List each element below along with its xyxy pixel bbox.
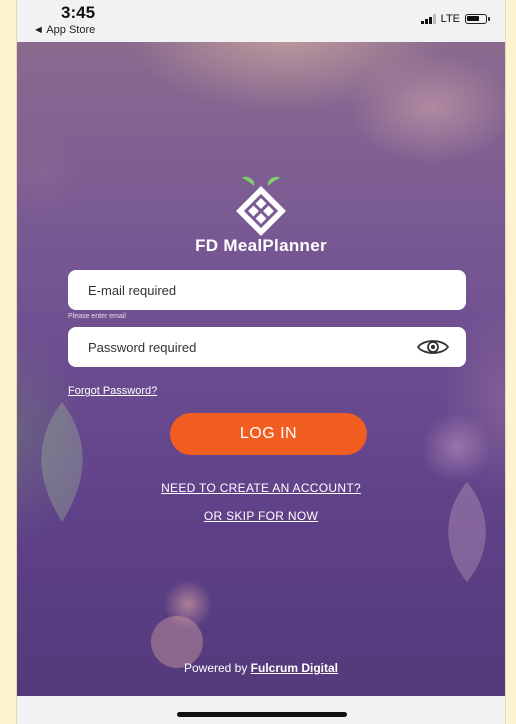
back-to-app-store-link[interactable]: ◄ App Store <box>33 24 95 36</box>
skip-link[interactable]: OR SKIP FOR NOW <box>17 509 505 523</box>
password-field[interactable] <box>68 327 466 367</box>
leaf-decoration-icon <box>448 482 486 582</box>
forgot-password-link[interactable]: Forgot Password? <box>68 385 157 397</box>
powered-by-label: Powered by <box>183 661 251 675</box>
login-button[interactable]: LOG IN <box>170 413 367 455</box>
phone-screen: 3:45 ◄ App Store LTE FD MealPlanner Plea… <box>17 0 505 724</box>
food-background-image <box>17 42 505 696</box>
home-indicator[interactable] <box>177 712 347 717</box>
fulcrum-digital-link[interactable]: Fulcrum Digital <box>251 661 338 675</box>
app-logo-icon <box>236 176 286 236</box>
eye-icon[interactable] <box>416 337 450 357</box>
email-helper-text: Please enter email <box>68 313 126 320</box>
create-account-link[interactable]: NEED TO CREATE AN ACCOUNT? <box>17 481 505 495</box>
leaf-decoration-icon <box>41 402 83 522</box>
battery-icon <box>465 14 490 24</box>
password-input[interactable] <box>86 338 390 356</box>
home-bar-area <box>17 696 505 724</box>
status-time: 3:45 <box>61 3 96 22</box>
app-title: FD MealPlanner <box>195 236 327 255</box>
powered-by-footer: Powered by Fulcrum Digital <box>17 661 505 675</box>
email-field[interactable] <box>68 270 466 310</box>
status-indicators: LTE <box>420 13 490 25</box>
network-label: LTE <box>440 13 460 25</box>
email-input[interactable] <box>86 281 390 299</box>
signal-icon <box>420 14 436 24</box>
status-bar: 3:45 ◄ App Store LTE <box>17 0 505 42</box>
